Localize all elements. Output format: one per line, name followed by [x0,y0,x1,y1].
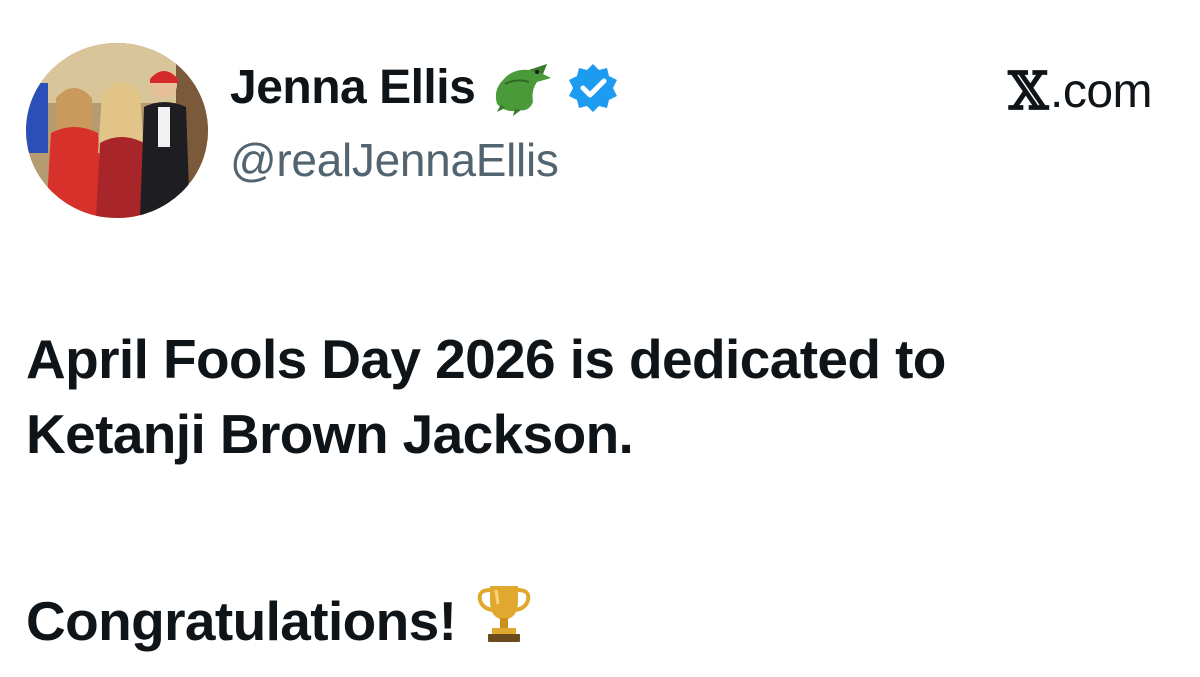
avatar[interactable] [26,43,208,218]
x-logo-icon: 𝕏 [1008,61,1048,122]
tweet-line-2: Ketanji Brown Jackson. [26,403,634,465]
alligator-icon [489,60,553,116]
congrats-text: Congratulations! [26,590,457,652]
avatar-photo [26,43,208,218]
author-display-name[interactable]: Jenna Ellis [230,58,476,118]
author-handle[interactable]: @realJennaEllis [230,132,559,188]
site-label-text: .com [1049,65,1153,118]
trophy-icon [472,580,536,663]
tweet-line-1: April Fools Day 2026 is dedicated to [26,328,946,390]
author-name-row: Jenna Ellis [230,58,619,118]
tweet-body: April Fools Day 2026 is dedicated to Ket… [26,322,1176,472]
congrats-row: Congratulations! [26,580,536,663]
verified-badge-icon [567,62,619,114]
site-label[interactable]: 𝕏 .com [1008,64,1152,120]
